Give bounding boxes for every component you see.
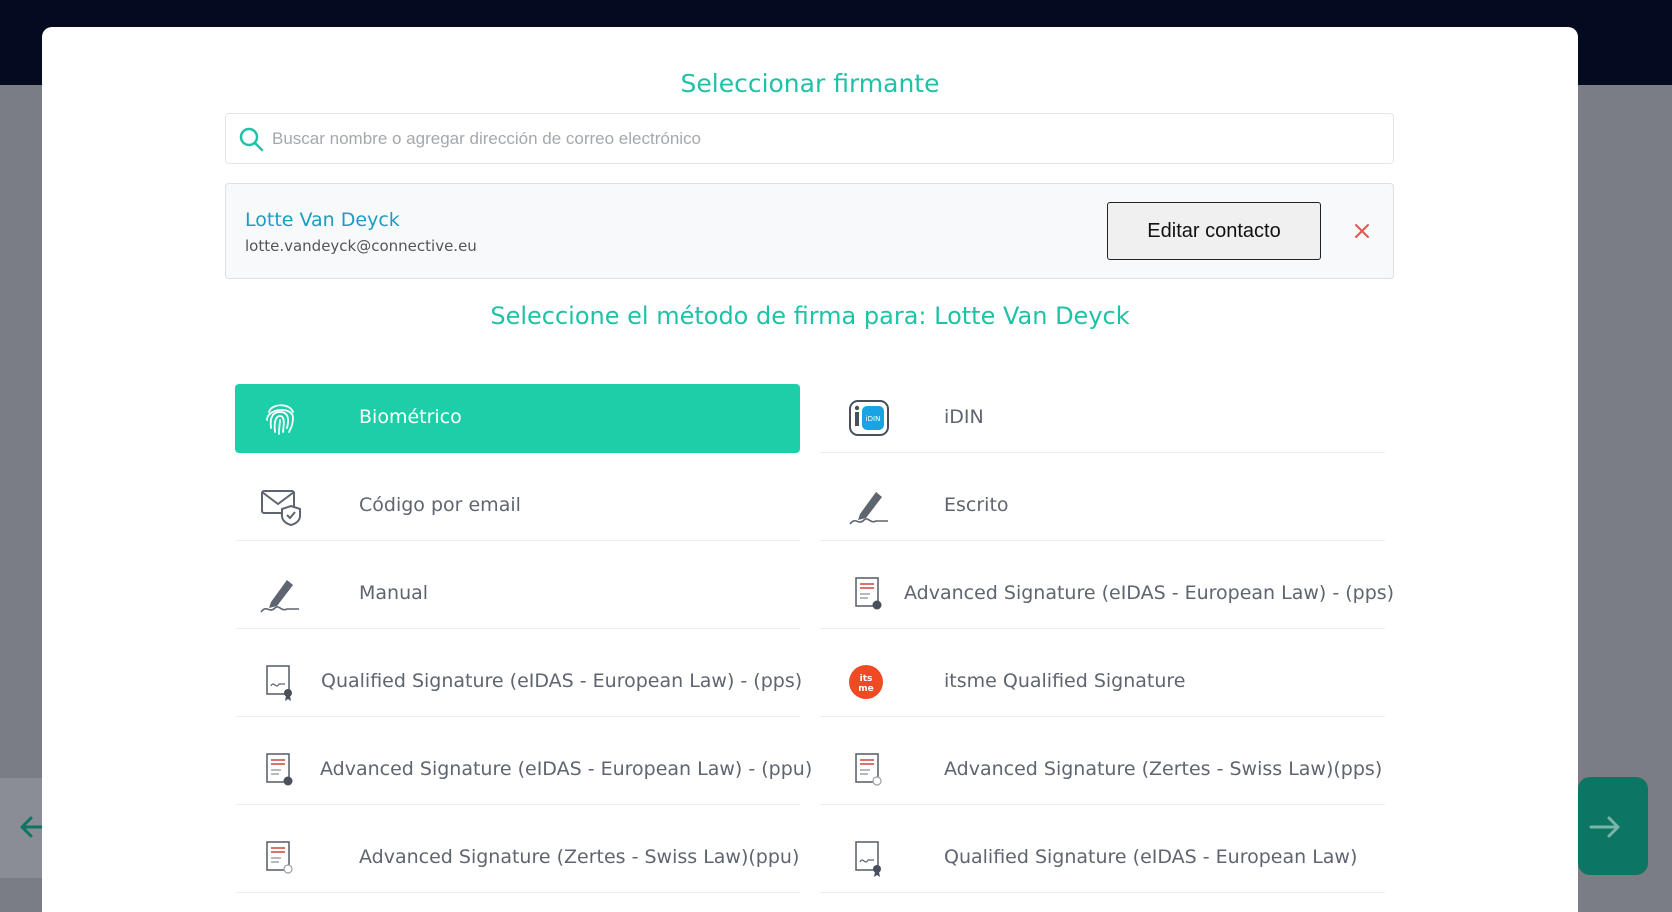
close-icon[interactable] xyxy=(1352,221,1372,241)
method-advanced-zertes-ppu[interactable]: Advanced Signature (Zertes - Swiss Law)(… xyxy=(235,824,800,893)
signed-document-icon xyxy=(855,841,881,877)
svg-text:me: me xyxy=(858,684,873,694)
method-label: iDIN xyxy=(944,406,984,428)
search-input[interactable] xyxy=(272,120,1372,158)
idin-icon: iDIN xyxy=(849,400,889,436)
select-signer-modal: Seleccionar firmante Lotte Van Deyck lot… xyxy=(42,27,1578,912)
method-email-code[interactable]: Código por email xyxy=(235,472,800,541)
signer-search-box[interactable] xyxy=(225,113,1394,164)
edit-contact-button[interactable]: Editar contacto xyxy=(1107,202,1321,260)
certificate-document-icon xyxy=(855,577,882,610)
method-advanced-eidas-ppu[interactable]: Advanced Signature (eIDAS - European Law… xyxy=(235,736,812,805)
svg-text:its: its xyxy=(860,674,873,684)
method-qualified-eidas[interactable]: Qualified Signature (eIDAS - European La… xyxy=(820,824,1385,893)
method-label: Advanced Signature (eIDAS - European Law… xyxy=(904,582,1395,604)
method-label: Código por email xyxy=(359,494,521,516)
svg-text:iDIN: iDIN xyxy=(866,415,881,423)
fingerprint-icon xyxy=(266,404,294,435)
contact-email: lotte.vandeyck@connective.eu xyxy=(245,237,477,255)
method-written[interactable]: Escrito xyxy=(820,472,1385,541)
method-manual[interactable]: Manual xyxy=(235,560,800,629)
method-label: Advanced Signature (Zertes - Swiss Law)(… xyxy=(944,758,1383,780)
certificate-document-icon xyxy=(266,753,293,786)
method-label: Advanced Signature (Zertes - Swiss Law)(… xyxy=(359,846,800,868)
method-label: Qualified Signature (eIDAS - European La… xyxy=(944,846,1358,868)
method-label: Qualified Signature (eIDAS - European La… xyxy=(321,670,803,692)
pen-signature-icon xyxy=(260,580,299,613)
certificate-document-icon xyxy=(855,753,882,786)
signing-method-heading: Seleccione el método de firma para: Lott… xyxy=(490,302,1130,330)
method-qualified-eidas-pps[interactable]: Qualified Signature (eIDAS - European La… xyxy=(235,648,803,717)
search-icon xyxy=(239,127,264,152)
method-label: Manual xyxy=(359,582,429,604)
contact-name[interactable]: Lotte Van Deyck xyxy=(245,209,400,231)
method-advanced-zertes-pps[interactable]: Advanced Signature (Zertes - Swiss Law)(… xyxy=(820,736,1385,805)
modal-title: Seleccionar firmante xyxy=(680,69,940,98)
method-itsme[interactable]: its me itsme Qualified Signature xyxy=(820,648,1385,717)
method-label: Escrito xyxy=(944,494,1009,516)
arrow-right-icon[interactable] xyxy=(1588,812,1622,842)
method-biometric[interactable]: Biométrico xyxy=(235,384,800,453)
method-label: Advanced Signature (eIDAS - European Law… xyxy=(320,758,813,780)
certificate-document-icon xyxy=(266,841,293,874)
method-advanced-eidas-pps[interactable]: Advanced Signature (eIDAS - European Law… xyxy=(820,560,1394,629)
signed-document-icon xyxy=(266,665,292,701)
method-label: itsme Qualified Signature xyxy=(944,670,1186,692)
itsme-icon: its me xyxy=(849,665,883,699)
method-idin[interactable]: iDIN iDIN xyxy=(820,384,1385,453)
pen-signature-icon xyxy=(849,492,888,525)
method-label: Biométrico xyxy=(359,406,462,428)
email-shield-icon xyxy=(261,490,301,526)
selected-contact-card: Lotte Van Deyck lotte.vandeyck@connectiv… xyxy=(225,183,1394,279)
